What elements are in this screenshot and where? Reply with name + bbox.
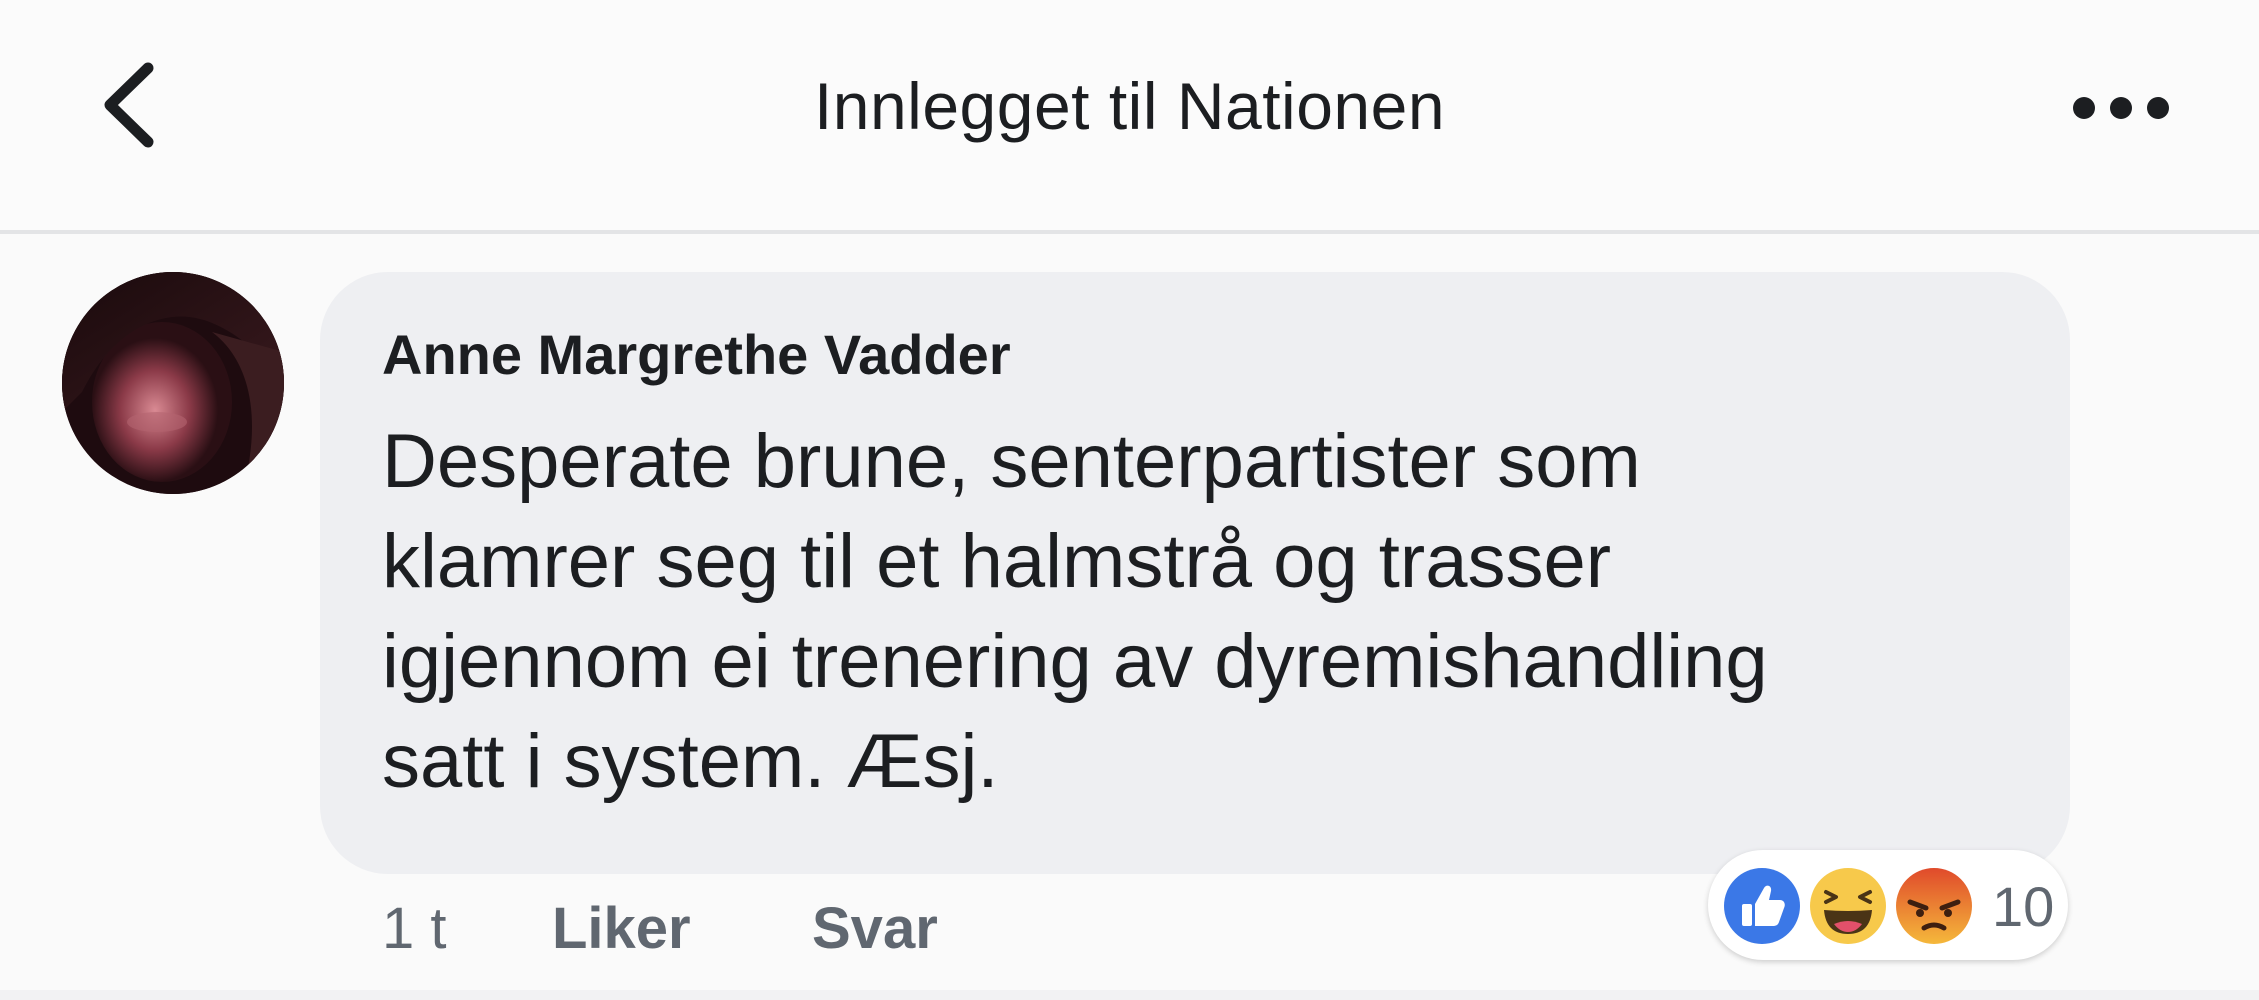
reply-button[interactable]: Svar <box>812 895 938 962</box>
avatar[interactable] <box>62 272 284 494</box>
comment-screen: Innlegget til Nationen Anne Margrethe Va… <box>0 0 2259 1000</box>
profile-photo <box>62 272 284 494</box>
like-button[interactable]: Liker <box>552 895 691 962</box>
comment-bubble: Anne Margrethe Vadder Desperate brune, s… <box>320 272 2070 874</box>
like-reaction-icon <box>1720 864 1804 948</box>
header-bar: Innlegget til Nationen <box>0 0 2259 234</box>
comment-timestamp[interactable]: 1 t <box>382 895 447 962</box>
angry-reaction-icon <box>1892 864 1976 948</box>
haha-reaction-icon <box>1806 864 1890 948</box>
comment-author[interactable]: Anne Margrethe Vadder <box>382 322 1011 387</box>
page-title: Innlegget til Nationen <box>813 69 1446 143</box>
more-horizontal-icon <box>2073 97 2169 119</box>
reaction-count: 10 <box>1992 875 2055 938</box>
more-options-button[interactable] <box>2066 90 2176 126</box>
comment-text: Desperate brune, senterpartister som kla… <box>382 419 1768 804</box>
divider <box>0 990 2259 1000</box>
reactions-summary[interactable]: 10 <box>1708 850 2068 960</box>
